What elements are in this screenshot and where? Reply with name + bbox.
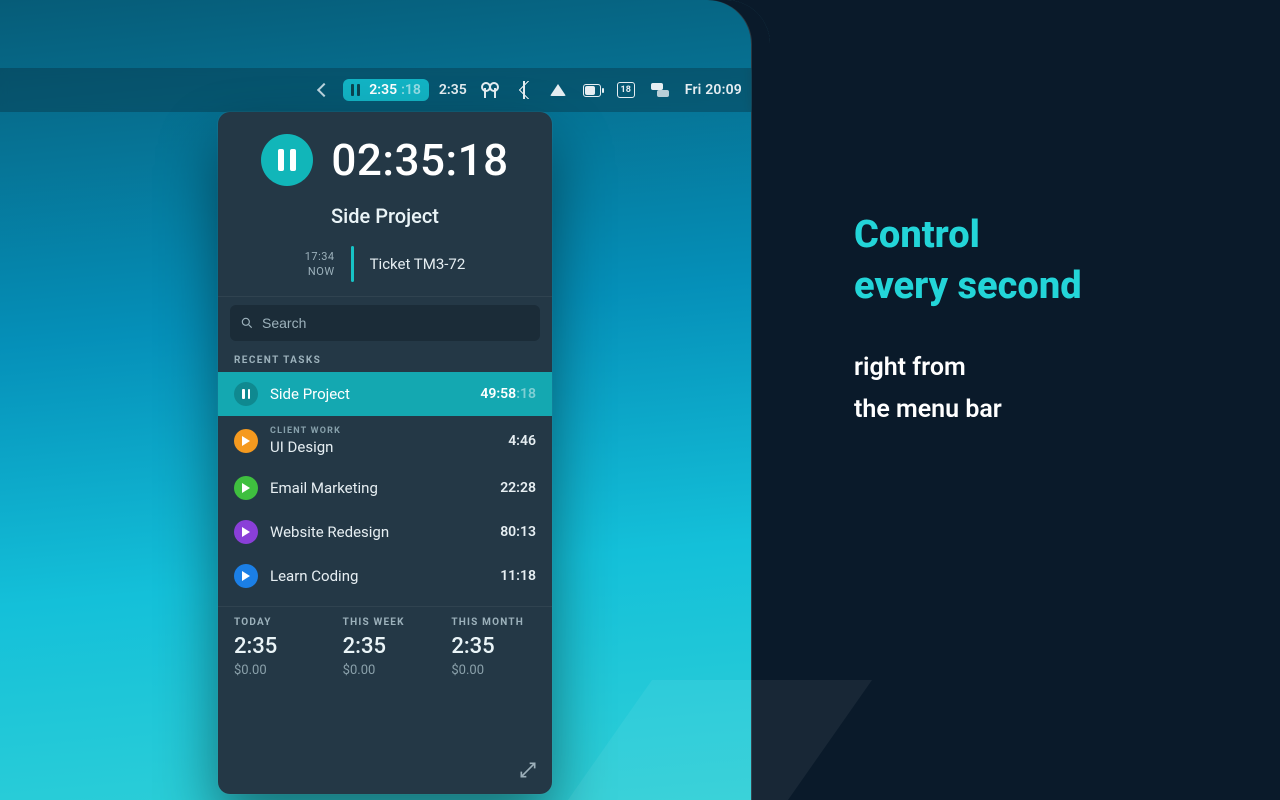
task-time: 22:28: [500, 480, 536, 496]
task-row[interactable]: Learn Coding 11:18: [218, 554, 552, 598]
play-icon[interactable]: [234, 429, 258, 453]
timer-secondary[interactable]: 2:35: [439, 82, 467, 98]
pause-icon[interactable]: [234, 382, 258, 406]
summary-label: THIS WEEK: [343, 617, 428, 628]
menubar-icons: 18 Fri 20:09: [481, 81, 742, 99]
search-icon: [240, 316, 254, 330]
play-icon[interactable]: [234, 564, 258, 588]
expand-icon: [518, 760, 538, 780]
ticket-now-label: NOW: [305, 264, 335, 279]
task-category: CLIENT WORK: [270, 426, 496, 436]
ticket-name: Ticket TM3-72: [370, 255, 466, 273]
bluetooth-icon[interactable]: [515, 81, 533, 99]
ticket-times: 17:34 NOW: [305, 249, 335, 279]
summary-cost: $0.00: [343, 663, 428, 678]
task-time: 11:18: [500, 568, 536, 584]
popover-header: 02:35:18 Side Project 17:34 NOW Ticket T…: [218, 112, 552, 297]
elapsed-time: 02:35:18: [331, 134, 508, 186]
project-name[interactable]: Side Project: [238, 204, 532, 228]
summary-today[interactable]: TODAY 2:35 $0.00: [234, 617, 319, 678]
airpods-icon[interactable]: [481, 81, 499, 99]
calendar-icon[interactable]: 18: [617, 81, 635, 99]
menubar-left: 2:35 :18 2:35: [319, 79, 466, 101]
timer-popover: 02:35:18 Side Project 17:34 NOW Ticket T…: [218, 112, 552, 794]
task-row[interactable]: Website Redesign 80:13: [218, 510, 552, 554]
task-name: UI Design: [270, 438, 496, 456]
play-icon[interactable]: [234, 520, 258, 544]
summary-time: 2:35: [451, 634, 536, 659]
summary-time: 2:35: [343, 634, 428, 659]
ticket-start-time: 17:34: [305, 249, 335, 264]
timer-main: 2:35: [369, 82, 397, 98]
task-time: 49:58:18: [480, 386, 536, 402]
menu-bar: 2:35 :18 2:35 18 Fri 20:09: [0, 68, 752, 112]
summary-label: THIS MONTH: [451, 617, 536, 628]
control-center-icon[interactable]: [651, 81, 669, 99]
task-row[interactable]: CLIENT WORK UI Design 4:46: [218, 416, 552, 466]
summary-label: TODAY: [234, 617, 319, 628]
promo-text: Control every second right from the menu…: [854, 210, 1234, 432]
timer-menubar-item[interactable]: 2:35 :18: [343, 79, 429, 101]
search-field[interactable]: [230, 305, 540, 341]
task-name: Side Project: [270, 385, 468, 403]
play-icon[interactable]: [234, 476, 258, 500]
battery-icon[interactable]: [583, 81, 601, 99]
task-name: Learn Coding: [270, 567, 488, 585]
summary-cost: $0.00: [451, 663, 536, 678]
task-time: 4:46: [508, 433, 536, 449]
pause-icon: [351, 84, 361, 96]
ticket-row[interactable]: 17:34 NOW Ticket TM3-72: [238, 246, 532, 282]
recent-tasks-label: RECENT TASKS: [218, 349, 552, 372]
summary-cost: $0.00: [234, 663, 319, 678]
task-name: Website Redesign: [270, 523, 488, 541]
task-row[interactable]: Side Project 49:58:18: [218, 372, 552, 416]
task-time: 80:13: [500, 524, 536, 540]
wifi-icon[interactable]: [549, 81, 567, 99]
chevron-left-icon[interactable]: [317, 83, 331, 97]
promo-subtext: right from the menu bar: [854, 347, 1234, 432]
search-input[interactable]: [262, 315, 530, 331]
summary-this-week[interactable]: THIS WEEK 2:35 $0.00: [343, 617, 428, 678]
summary-this-month[interactable]: THIS MONTH 2:35 $0.00: [451, 617, 536, 678]
task-name: Email Marketing: [270, 479, 488, 497]
timer-seconds: :18: [401, 82, 421, 98]
device-screen: 2:35 :18 2:35 18 Fri 20:09 02:35:18 Side…: [0, 0, 770, 800]
task-list: Side Project 49:58:18 CLIENT WORK UI Des…: [218, 372, 552, 598]
pause-button[interactable]: [261, 134, 313, 186]
promo-headline: Control every second: [854, 210, 1234, 313]
ticket-divider: [351, 246, 354, 282]
task-row[interactable]: Email Marketing 22:28: [218, 466, 552, 510]
expand-button[interactable]: [518, 760, 538, 780]
summary-time: 2:35: [234, 634, 319, 659]
summary-row: TODAY 2:35 $0.00 THIS WEEK 2:35 $0.00 TH…: [218, 606, 552, 682]
menubar-clock[interactable]: Fri 20:09: [685, 82, 742, 98]
